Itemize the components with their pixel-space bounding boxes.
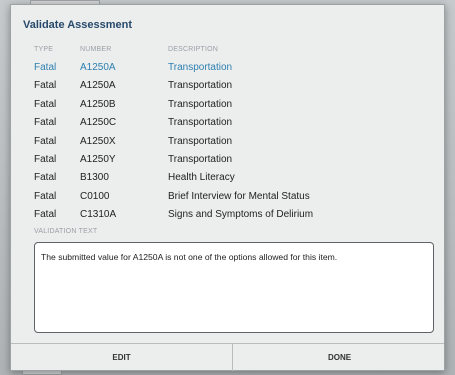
error-number: A1250A (80, 62, 116, 73)
column-header-type: TYPE (34, 46, 54, 53)
column-header-description: DESCRIPTION (168, 46, 219, 53)
error-number: A1250Y (80, 153, 116, 165)
error-description: Transportation (168, 117, 233, 129)
error-type: Fatal (34, 98, 57, 110)
error-row[interactable]: Fatal A1250X Transportation (11, 133, 444, 151)
edit-button[interactable]: EDIT (11, 344, 233, 371)
error-row[interactable]: Fatal A1250A Transportation (11, 59, 444, 77)
error-row[interactable]: Fatal C1310A Signs and Symptoms of Delir… (11, 206, 444, 224)
error-number: A1250A (80, 80, 116, 92)
error-number: C0100 (80, 190, 110, 202)
error-description: Transportation (168, 135, 233, 147)
error-type: Fatal (34, 80, 57, 92)
error-type: Fatal (34, 172, 57, 184)
column-header-number: NUMBER (80, 46, 112, 53)
error-number: A1250C (80, 117, 117, 129)
validation-error-list: Fatal A1250A Transportation Fatal A1250A… (11, 59, 444, 225)
error-description: Transportation (168, 80, 233, 92)
error-description: Health Literacy (168, 172, 235, 184)
error-type: Fatal (34, 117, 57, 129)
error-row[interactable]: Fatal A1250A Transportation (11, 77, 444, 95)
error-number: A1250X (80, 135, 116, 147)
error-description: Signs and Symptoms of Delirium (168, 209, 314, 221)
error-row[interactable]: Fatal A1250C Transportation (11, 114, 444, 132)
error-number: C1310A (80, 209, 117, 221)
error-type: Fatal (34, 190, 57, 202)
validation-text-box: The submitted value for A1250A is not on… (34, 242, 434, 333)
error-type: Fatal (34, 209, 57, 221)
error-number: A1250B (80, 98, 116, 110)
error-row[interactable]: Fatal A1250B Transportation (11, 96, 444, 114)
error-type: Fatal (34, 153, 57, 165)
error-description: Brief Interview for Mental Status (168, 190, 310, 202)
error-type: Fatal (34, 62, 57, 73)
error-row[interactable]: Fatal C0100 Brief Interview for Mental S… (11, 188, 444, 206)
validate-assessment-dialog: Validate Assessment TYPE NUMBER DESCRIPT… (10, 4, 445, 371)
error-row[interactable]: Fatal B1300 Health Literacy (11, 169, 444, 187)
dialog-footer: EDIT DONE (11, 343, 446, 371)
validation-text-label: VALIDATION TEXT (34, 228, 98, 235)
error-description: Transportation (168, 98, 233, 110)
error-description: Transportation (168, 153, 233, 165)
done-button[interactable]: DONE (233, 344, 446, 371)
error-type: Fatal (34, 135, 57, 147)
error-row[interactable]: Fatal A1250Y Transportation (11, 151, 444, 169)
dialog-title: Validate Assessment (23, 19, 133, 31)
error-number: B1300 (80, 172, 109, 184)
error-description: Transportation (168, 62, 233, 73)
